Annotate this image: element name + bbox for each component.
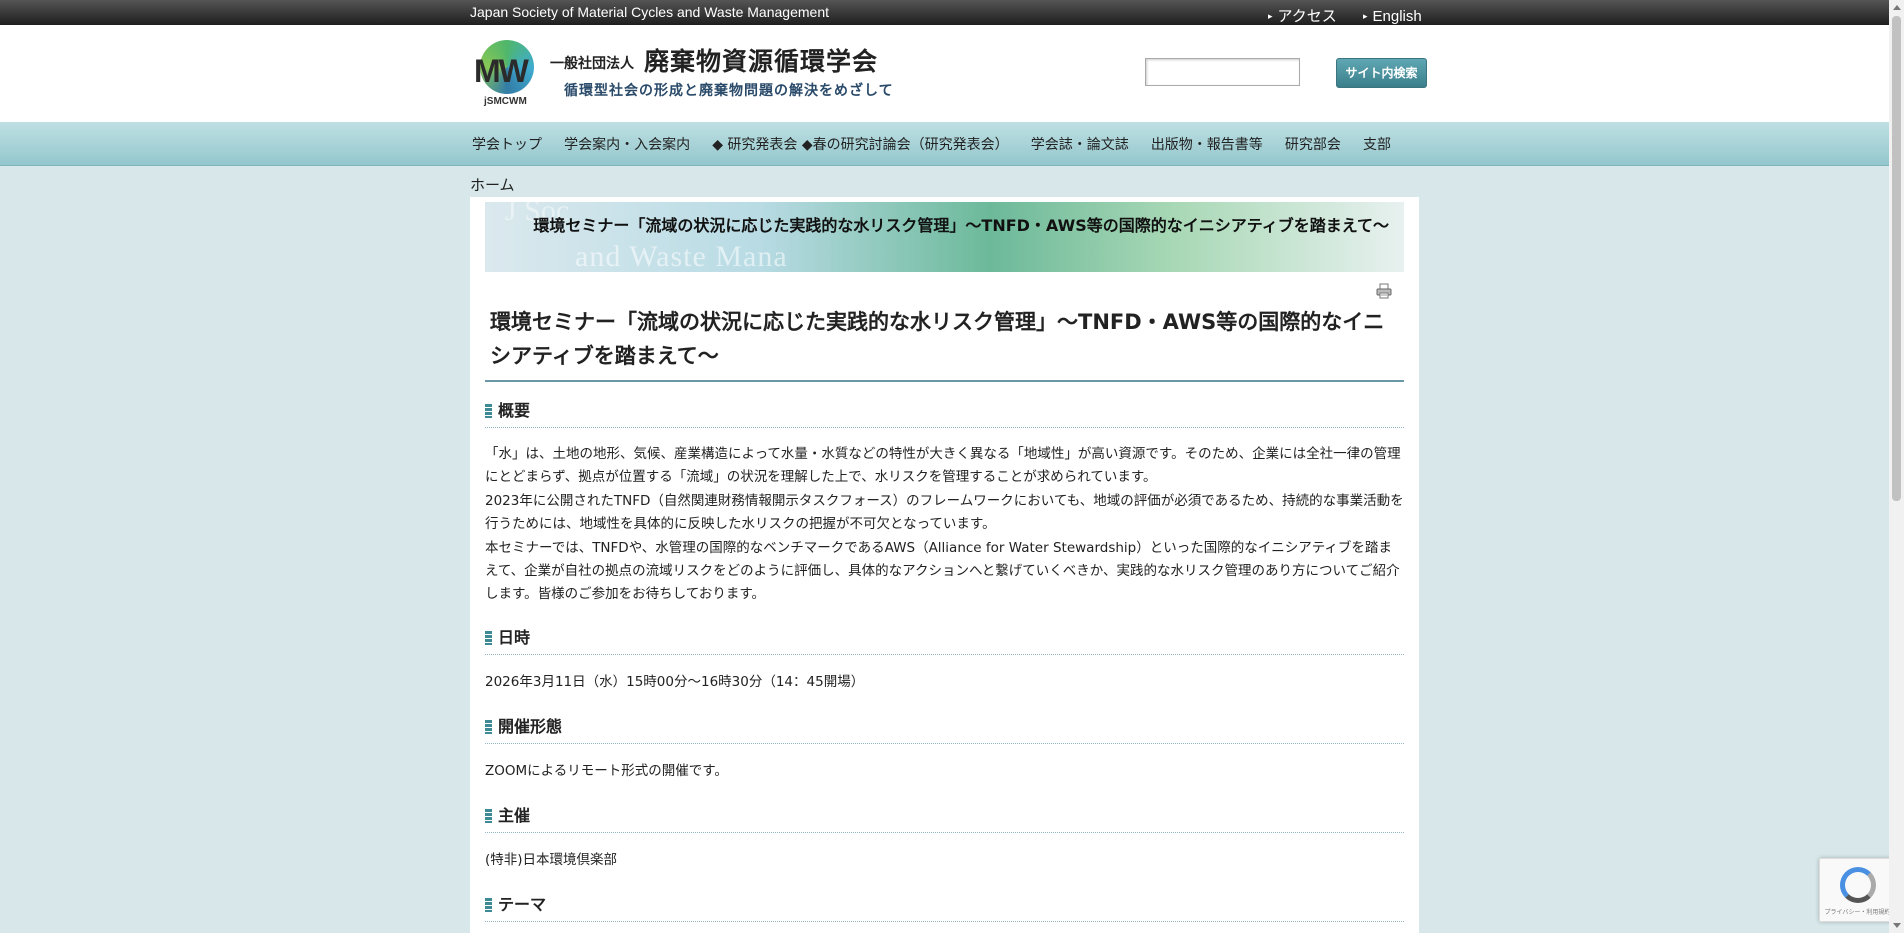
access-link[interactable]: アクセス	[1268, 8, 1337, 25]
section-heading-overview: 概要	[485, 397, 1404, 428]
section-heading-text: テーマ	[498, 895, 547, 914]
banner-title: 環境セミナー「流域の状況に応じた実践的な水リスク管理」～TNFD・AWS等の国際…	[533, 216, 1389, 235]
section-divider	[485, 427, 1404, 428]
section-heading-text: 主催	[498, 806, 531, 825]
section-heading-text: 日時	[498, 628, 531, 647]
site-logo[interactable]: MW jSMCWM	[472, 35, 542, 110]
section-heading-theme: テーマ	[485, 891, 1404, 922]
scroll-up-arrow-icon[interactable]	[1893, 5, 1901, 10]
nav-item-research-groups[interactable]: 研究部会	[1283, 134, 1343, 154]
scroll-down-arrow-icon[interactable]	[1893, 923, 1901, 928]
top-links: アクセス English	[1268, 5, 1444, 26]
nav-item-about[interactable]: 学会案内・入会案内	[562, 134, 692, 154]
logo-abbr: jSMCWM	[484, 96, 527, 107]
page-title: 環境セミナー「流域の状況に応じた実践的な水リスク管理」～TNFD・AWS等の国際…	[490, 310, 1385, 368]
logo-mark: MW	[474, 53, 529, 89]
heading-bullet-icon	[485, 404, 492, 418]
tagline: 循環型社会の形成と廃棄物問題の解決をめざして	[564, 83, 894, 99]
scrollbar-thumb[interactable]	[1892, 16, 1901, 501]
main-content: J Soc and Waste Mana 環境セミナー「流域の状況に応じた実践的…	[470, 197, 1419, 933]
organizer-text: (特非)日本環境倶楽部	[485, 852, 618, 868]
overview-paragraph-1: 「水」は、土地の地形、気候、産業構造によって水量・水質などの特性が大きく異なる「…	[485, 446, 1401, 485]
section-heading-organizer: 主催	[485, 802, 1404, 833]
main-nav: 学会トップ 学会案内・入会案内 ◆ 研究発表会 ◆春の研究討論会（研究発表会） …	[0, 122, 1889, 166]
english-link[interactable]: English	[1363, 8, 1422, 25]
nav-item-publications[interactable]: 出版物・報告書等	[1149, 134, 1265, 154]
breadcrumb[interactable]: ホーム	[470, 174, 515, 195]
overview-paragraph-3: 本セミナーでは、TNFDや、水管理の国際的なベンチマークであるAWS（Allia…	[485, 540, 1400, 602]
heading-bullet-icon	[485, 809, 492, 823]
recaptcha-terms[interactable]: プライバシー・利用規約	[1824, 907, 1891, 916]
vertical-scrollbar[interactable]	[1889, 0, 1904, 933]
section-divider	[485, 832, 1404, 833]
top-bar: Japan Society of Material Cycles and Was…	[0, 0, 1889, 25]
section-heading-format: 開催形態	[485, 713, 1404, 744]
site-search-input[interactable]	[1145, 58, 1300, 86]
section-divider	[485, 743, 1404, 744]
nav-item-top[interactable]: 学会トップ	[470, 134, 544, 154]
nav-item-conference[interactable]: ◆ 研究発表会 ◆春の研究討論会（研究発表会）	[710, 134, 1010, 154]
overview-paragraph-2: 2023年に公開されたTNFD（自然関連財務情報開示タスクフォース）のフレームワ…	[485, 493, 1404, 532]
section-heading-text: 開催形態	[498, 717, 563, 736]
print-icon[interactable]	[1376, 283, 1392, 299]
org-name[interactable]: 廃棄物資源循環学会	[644, 42, 878, 78]
heading-bullet-icon	[485, 631, 492, 645]
section-heading-datetime: 日時	[485, 624, 1404, 655]
datetime-text: 2026年3月11日（水）15時00分～16時30分（14：45開場）	[485, 674, 865, 690]
recaptcha-icon	[1840, 867, 1876, 903]
site-search-button[interactable]: サイト内検索	[1336, 58, 1427, 88]
site-header: MW jSMCWM 一般社団法人 廃棄物資源循環学会 循環型社会の形成と廃棄物問…	[0, 25, 1889, 122]
org-type: 一般社団法人	[550, 56, 634, 72]
recaptcha-badge[interactable]: プライバシー・利用規約	[1819, 858, 1896, 922]
page-banner: J Soc and Waste Mana 環境セミナー「流域の状況に応じた実践的…	[485, 202, 1404, 272]
section-divider	[485, 921, 1404, 922]
heading-bullet-icon	[485, 898, 492, 912]
heading-bullet-icon	[485, 720, 492, 734]
format-text: ZOOMによるリモート形式の開催です。	[485, 763, 728, 779]
nav-item-journal[interactable]: 学会誌・論文誌	[1029, 134, 1131, 154]
title-divider	[485, 380, 1404, 382]
org-name-english: Japan Society of Material Cycles and Was…	[470, 4, 829, 20]
section-heading-text: 概要	[498, 401, 531, 420]
section-divider	[485, 654, 1404, 655]
banner-watermark-bottom: and Waste Mana	[575, 240, 788, 272]
nav-item-branches[interactable]: 支部	[1361, 134, 1393, 154]
